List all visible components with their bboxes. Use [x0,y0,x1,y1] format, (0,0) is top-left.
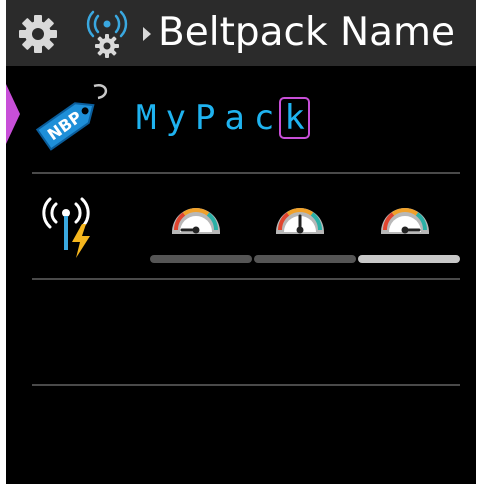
segment-3[interactable] [358,255,460,263]
antenna-power-icon [42,197,90,258]
name-tag-icon: NBP [35,84,107,151]
device-screen: Beltpack Name NBP MyPack [6,0,476,484]
page-title: Beltpack Name [158,10,456,55]
divider [32,384,460,386]
text-cursor-box[interactable]: k [279,97,310,139]
divider [32,278,460,280]
wireless-settings-icon[interactable] [84,10,130,58]
gear-icon[interactable] [18,14,58,54]
gauge-high[interactable] [379,196,431,236]
divider [32,172,460,174]
selection-marker [6,84,20,144]
level-segment-bar [150,255,460,263]
segment-1[interactable] [150,255,252,263]
beltpack-name-field[interactable]: MyPack [136,96,310,146]
header-bar: Beltpack Name [6,0,476,66]
gauge-medium[interactable] [274,196,326,236]
name-value-text: MyPac [136,98,284,138]
segment-2[interactable] [254,255,356,263]
breadcrumb-arrow-icon [143,27,151,41]
gauge-low[interactable] [170,196,222,236]
